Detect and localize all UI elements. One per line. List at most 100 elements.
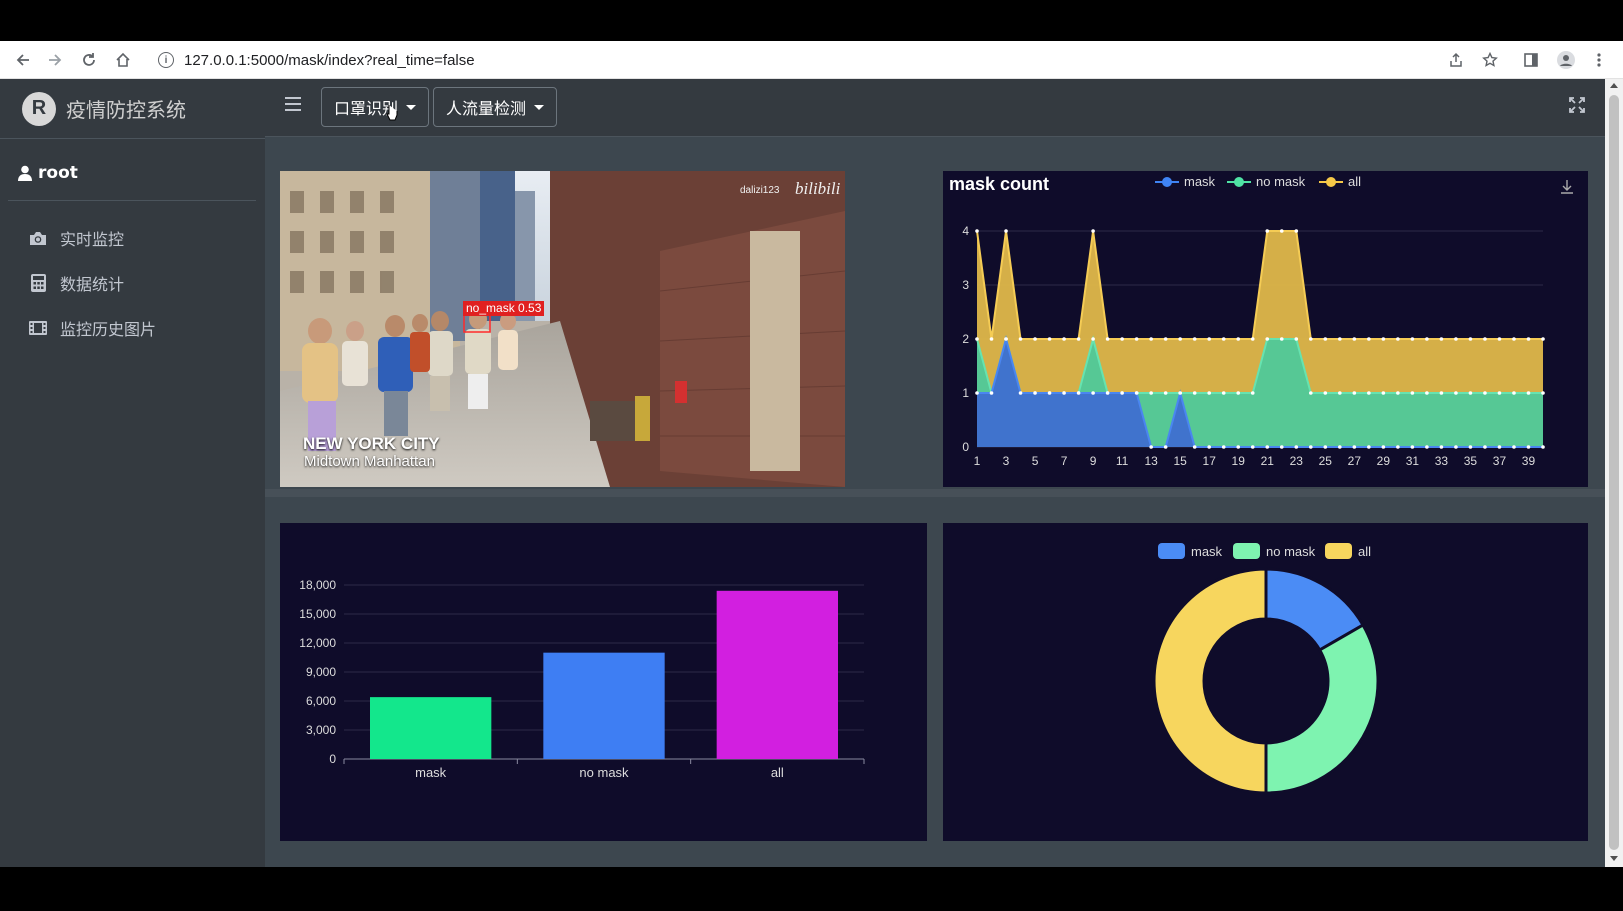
side-panel-button[interactable] — [1518, 47, 1544, 73]
data-point — [1207, 445, 1212, 449]
x-tick-label: 7 — [1061, 454, 1068, 468]
data-point — [1091, 229, 1095, 233]
city-title: NEW YORK CITY — [303, 434, 440, 453]
data-point — [1512, 391, 1516, 395]
vertical-scrollbar[interactable] — [1605, 79, 1623, 867]
y-tick-label: 3,000 — [306, 723, 336, 737]
legend-label: mask — [1184, 174, 1216, 189]
data-point — [989, 337, 994, 341]
row-divider — [265, 489, 1605, 497]
data-point — [1033, 337, 1037, 341]
data-point — [1134, 391, 1139, 395]
data-point — [1352, 337, 1357, 341]
chart-legend: mask no mask all — [1158, 543, 1371, 559]
data-point — [1091, 391, 1095, 395]
data-point — [1265, 337, 1270, 341]
star-icon — [1482, 52, 1498, 67]
data-point — [1004, 229, 1008, 233]
dropdown-label: 人流量检测 — [446, 99, 527, 118]
profile-button[interactable] — [1553, 47, 1579, 73]
data-point — [1105, 337, 1110, 341]
x-tick-label: 35 — [1464, 454, 1478, 468]
sidebar-item-history-images[interactable]: 监控历史图片 — [18, 308, 258, 348]
data-point — [1294, 337, 1299, 341]
data-point — [1396, 445, 1400, 449]
caret-down-icon — [406, 104, 417, 110]
download-icon[interactable] — [1561, 180, 1573, 194]
dropdown-people-flow[interactable]: 人流量检测 — [433, 87, 558, 127]
data-point — [1338, 337, 1342, 341]
totals-bar-chart: 0 3,000 6,000 9,000 12,000 15,000 18,000 mask n… — [299, 578, 865, 780]
data-point — [1294, 229, 1299, 233]
data-point — [1178, 391, 1182, 395]
uploader-watermark: dalizi123 — [740, 185, 780, 196]
address-bar[interactable]: i 127.0.0.1:5000/mask/index?real_time=fa… — [150, 47, 1450, 73]
x-tick-label: 27 — [1348, 454, 1362, 468]
data-point — [1192, 337, 1197, 341]
y-tick-label: 18,000 — [299, 578, 336, 592]
dropdown-mask-recognition[interactable]: 口罩识别 — [321, 87, 430, 127]
scrollbar-thumb[interactable] — [1609, 95, 1619, 850]
data-point — [1294, 445, 1299, 449]
x-tick-label: 1 — [974, 454, 981, 468]
data-point — [1279, 229, 1284, 233]
data-point — [1367, 337, 1371, 341]
data-point — [1541, 445, 1545, 449]
data-point — [1221, 391, 1226, 395]
film-icon — [28, 319, 48, 337]
y-tick-label: 9,000 — [306, 665, 336, 679]
data-point — [1352, 391, 1357, 395]
data-point — [1265, 229, 1270, 233]
data-point — [1091, 337, 1095, 341]
legend-marker — [1234, 177, 1244, 187]
hamburger-menu-icon[interactable] — [285, 97, 301, 111]
data-point — [1308, 391, 1313, 395]
data-point — [1497, 391, 1502, 395]
data-point — [1018, 391, 1023, 395]
home-button[interactable] — [110, 47, 136, 73]
x-tick-label: 3 — [1003, 454, 1010, 468]
data-point — [1308, 445, 1313, 449]
x-tick-label: no mask — [579, 765, 629, 780]
data-point — [1526, 445, 1531, 449]
site-info-icon[interactable]: i — [158, 52, 174, 68]
sidebar: R 疫情防控系统 root 实时监控 数据统计 监控历史图片 — [0, 79, 265, 867]
data-point — [1076, 337, 1081, 341]
forward-button[interactable] — [42, 47, 68, 73]
data-point — [1381, 391, 1386, 395]
camera-icon — [28, 229, 48, 247]
y-tick-label: 15,000 — [299, 607, 336, 621]
data-point — [1163, 391, 1168, 395]
legend-marker — [1162, 177, 1172, 187]
data-point — [1468, 391, 1473, 395]
back-button[interactable] — [10, 47, 36, 73]
legend-label: all — [1358, 544, 1371, 559]
donut-slice-no-mask — [1264, 623, 1380, 795]
x-tick-label: all — [771, 765, 784, 780]
reload-button[interactable] — [76, 47, 102, 73]
sidebar-item-realtime-monitor[interactable]: 实时监控 — [18, 218, 258, 258]
fullscreen-icon[interactable] — [1569, 97, 1585, 113]
x-tick-label: 19 — [1232, 454, 1246, 468]
data-point — [1323, 445, 1328, 449]
browser-menu-button[interactable] — [1586, 47, 1612, 73]
bookmark-button[interactable] — [1477, 47, 1503, 73]
data-point — [1033, 391, 1037, 395]
sidebar-item-statistics[interactable]: 数据统计 — [18, 263, 258, 303]
data-point — [1367, 445, 1371, 449]
data-point — [1454, 391, 1458, 395]
donut-chart-panel: mask no mask all — [943, 523, 1588, 841]
share-button[interactable] — [1443, 47, 1469, 73]
data-point — [1526, 337, 1531, 341]
x-tick-label: mask — [415, 765, 447, 780]
legend-marker — [1326, 177, 1336, 187]
scroll-up-icon[interactable] — [1610, 83, 1618, 88]
scroll-down-icon[interactable] — [1610, 856, 1618, 861]
brand[interactable]: R 疫情防控系统 — [0, 79, 265, 139]
data-point — [1512, 337, 1516, 341]
x-tick-label: 29 — [1377, 454, 1391, 468]
legend-swatch — [1233, 543, 1260, 559]
data-point — [1425, 445, 1429, 449]
home-icon — [116, 52, 130, 67]
user-panel[interactable]: root — [8, 145, 256, 201]
